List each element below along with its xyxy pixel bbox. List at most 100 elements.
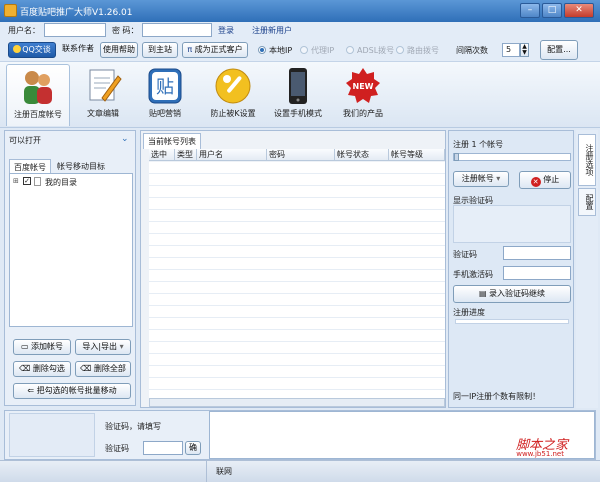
column-header-level[interactable]: 帐号等级 (389, 149, 445, 161)
ribbon-label: 防止被K设置 (210, 109, 256, 118)
app-icon (4, 4, 17, 17)
add-account-button[interactable]: ▭ 添加帐号 (13, 339, 71, 355)
batch-move-button[interactable]: ⇐ 把勾选的帐号批量移动 (13, 383, 131, 399)
captcha-image-area (453, 205, 571, 243)
maximize-button[interactable]: □ (542, 3, 562, 18)
eraser-icon: ⌫ (19, 364, 33, 373)
radio-adsl[interactable] (346, 46, 354, 54)
tab-current-accounts[interactable]: 当前帐号列表 (143, 133, 201, 149)
stop-icon: ✕ (530, 177, 541, 187)
interval-label: 间隔次数 (456, 46, 488, 55)
status-divider (206, 461, 207, 482)
svg-text:贴: 贴 (156, 77, 174, 98)
feature-ribbon: 注册百度帐号 文章编辑 贴 贴吧营销 防止被K设置 设置手机模式 NEW 我们的… (0, 62, 600, 128)
captcha-prompt: 验证码，请填写 (105, 422, 161, 431)
ribbon-label: 注册百度帐号 (14, 110, 62, 119)
tab-register-options[interactable]: 注册选项 (578, 134, 596, 186)
confirm-button[interactable]: 确 (185, 441, 201, 455)
window-title: 百度贴吧推广大师V1.26.01 (20, 8, 133, 18)
enter-captcha-button[interactable]: ▤ 录入验证码继续 (453, 285, 571, 303)
password-label: 密 码： (112, 26, 139, 35)
account-table-body[interactable] (149, 162, 445, 398)
radio-local-ip[interactable] (258, 46, 266, 54)
column-header-username[interactable]: 用户名 (197, 149, 267, 161)
phone-code-input[interactable] (503, 266, 571, 280)
ribbon-register-accounts[interactable]: 注册百度帐号 (6, 64, 70, 126)
column-header-password[interactable]: 密码 (267, 149, 335, 161)
register-pane: 注册 1 个帐号 注册帐号 ▾ ✕ 停止 显示验证码 验证码 手机激活码 ▤ 录… (448, 130, 574, 408)
add-icon: ▭ (20, 342, 32, 351)
ribbon-phone-mode[interactable]: 设置手机模式 (270, 64, 326, 126)
tab-config[interactable]: 配置 (578, 188, 596, 216)
svg-text:NEW: NEW (353, 82, 374, 91)
register-link[interactable]: 注册新用户 (252, 25, 292, 36)
toolbar: QQ交谈 联系作者 使用帮助 到主站 π 成为正式客户 本地IP 代理IP AD… (0, 38, 600, 62)
captcha-label: 验证码 (453, 250, 477, 259)
username-label: 用户名： (8, 26, 40, 35)
slider-thumb[interactable] (454, 153, 459, 161)
horizontal-scrollbar[interactable] (149, 398, 445, 407)
main-site-button[interactable]: 到主站 (142, 42, 178, 58)
radio-proxy-ip[interactable] (300, 46, 308, 54)
ribbon-anti-k-settings[interactable]: 防止被K设置 (206, 64, 260, 126)
interval-spinner[interactable]: ▲ ▼ (520, 43, 529, 57)
column-header-status[interactable]: 帐号状态 (335, 149, 389, 161)
checkbox[interactable]: ✓ (23, 177, 31, 185)
interval-input[interactable]: 5 (502, 43, 520, 57)
expand-icon[interactable]: ⊞ (13, 177, 19, 185)
account-list-panel: 当前帐号列表 选中 类型 用户名 密码 帐号状态 帐号等级 (140, 130, 446, 408)
help-button[interactable]: 使用帮助 (100, 42, 138, 58)
dropdown-arrow-icon: ▾ (493, 174, 501, 183)
ribbon-tieba-marketing[interactable]: 贴 贴吧营销 (140, 64, 190, 126)
ribbon-label: 文章编辑 (87, 109, 119, 118)
title-bar: 百度贴吧推广大师V1.26.01 (0, 0, 600, 22)
radio-label-local-ip: 本地IP (269, 46, 293, 55)
column-header-select[interactable]: 选中 (149, 149, 175, 161)
username-input[interactable] (44, 23, 106, 37)
phone-icon (279, 66, 317, 106)
tab-move-target[interactable]: 帐号移动目标 (53, 159, 109, 174)
captcha-input[interactable] (503, 246, 571, 260)
register-progress-bar (455, 319, 569, 324)
bottom-captcha-input[interactable] (143, 441, 183, 455)
minimize-button[interactable]: – (520, 3, 540, 18)
delete-checked-button[interactable]: ⌫ 删除勾选 (13, 361, 71, 377)
wrench-icon (214, 66, 252, 106)
move-icon: ⇐ (27, 386, 37, 395)
ribbon-label: 设置手机模式 (274, 109, 322, 118)
pane-header: 可以打开 (9, 136, 41, 145)
keyboard-icon: ▤ (478, 289, 490, 298)
captcha-input-area: 验证码，请填写 验证码 确 脚本之家 www.jb51.net (4, 410, 596, 460)
register-button[interactable]: 注册帐号 ▾ (453, 171, 509, 187)
collapse-icon[interactable]: ⌄ (121, 134, 129, 144)
qq-icon (13, 45, 22, 53)
radio-label-proxy-ip: 代理IP (311, 46, 335, 55)
ribbon-our-products[interactable]: NEW 我们的产品 (338, 64, 388, 126)
stop-button[interactable]: ✕ 停止 (519, 171, 571, 189)
tree-item[interactable]: 我的目录 (45, 177, 77, 188)
ribbon-article-edit[interactable]: 文章编辑 (78, 64, 128, 126)
account-tree: ⊞ ✓ 我的目录 (9, 173, 133, 327)
password-input[interactable] (142, 23, 212, 37)
delete-all-button[interactable]: ⌫ 删除全部 (75, 361, 131, 377)
upgrade-button[interactable]: π 成为正式客户 (182, 42, 248, 58)
ip-limit-note: 同一IP注册个数有限制！ (453, 392, 541, 401)
status-bar: 联网 (0, 460, 600, 482)
close-button[interactable]: ✕ (564, 3, 594, 18)
tieba-icon: 贴 (146, 66, 184, 106)
log-panel: 脚本之家 www.jb51.net (209, 411, 595, 459)
count-slider[interactable] (453, 153, 571, 161)
account-pane: 可以打开 ⌄ 百度帐号 帐号移动目标 ⊞ ✓ 我的目录 ▭ 添加帐号 导入|导出… (4, 130, 136, 406)
contact-author-button[interactable]: 联系作者 (58, 42, 98, 58)
radio-label-adsl: ADSL拨号 (357, 46, 395, 55)
watermark-url: www.jb51.net (516, 450, 564, 458)
column-header-type[interactable]: 类型 (175, 149, 197, 161)
login-link[interactable]: 登录 (218, 25, 234, 36)
radio-router[interactable] (396, 46, 404, 54)
qq-chat-button[interactable]: QQ交谈 (8, 42, 56, 58)
ribbon-label: 我们的产品 (343, 109, 383, 118)
folder-icon (34, 177, 41, 186)
login-row: 用户名： 密 码： 登录 注册新用户 (0, 22, 600, 38)
import-export-button[interactable]: 导入|导出 ▾ (75, 339, 131, 355)
config-button[interactable]: 配置... (540, 40, 578, 60)
